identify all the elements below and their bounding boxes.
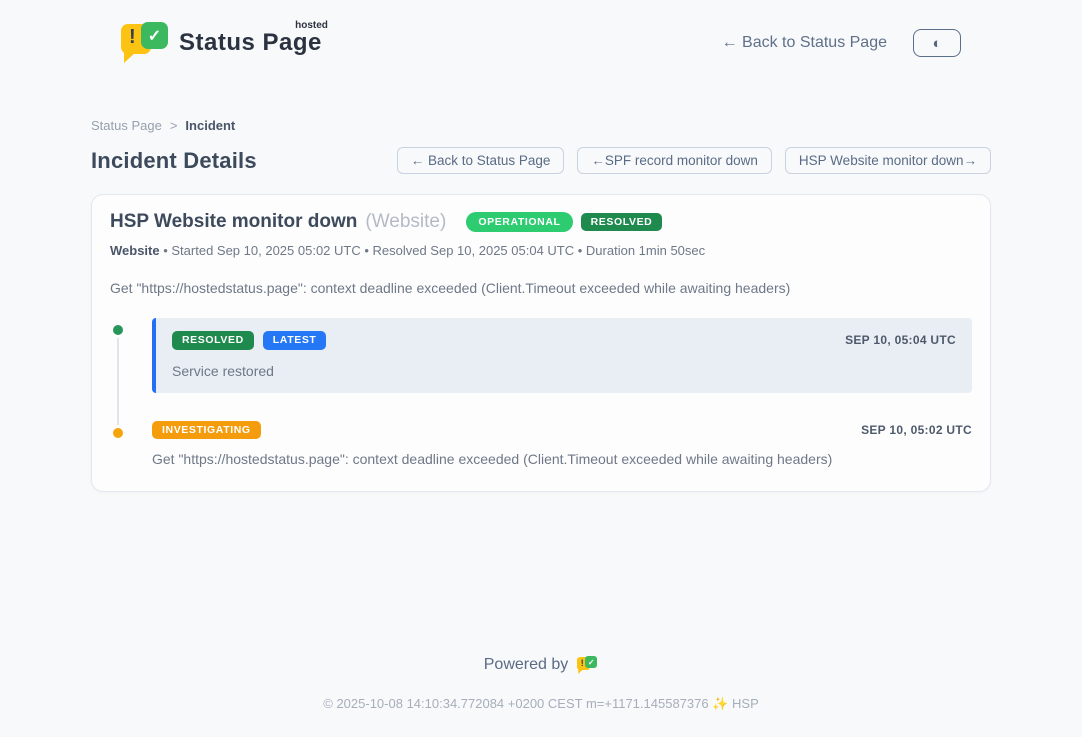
exclamation-icon: ! [129, 27, 136, 47]
incident-meta: Website • Started Sep 10, 2025 05:02 UTC… [110, 243, 972, 258]
timeline-entry-card: RESOLVED LATEST SEP 10, 05:04 UTC Servic… [152, 318, 972, 393]
investigating-badge: INVESTIGATING [152, 421, 261, 440]
back-to-status-page-link[interactable]: ← Back to Status Page [722, 34, 887, 52]
timeline-entry-resolved: RESOLVED LATEST SEP 10, 05:04 UTC Servic… [152, 318, 972, 393]
header-actions: ← Back to Status Page ◐ [722, 29, 961, 57]
timeline-entry-investigating: INVESTIGATING SEP 10, 05:02 UTC Get "htt… [152, 421, 972, 468]
breadcrumb: Status Page > Incident [91, 118, 991, 133]
timeline-entry-header: INVESTIGATING SEP 10, 05:02 UTC [152, 421, 972, 440]
checkmark-icon: ✓ [141, 22, 168, 49]
status-page-logo-icon: ! ✓ [121, 21, 169, 65]
incident-title-row: HSP Website monitor down (Website) OPERA… [110, 211, 972, 233]
main-content: Status Page > Incident Incident Details … [91, 118, 991, 492]
page-title: Incident Details [91, 148, 257, 174]
latest-badge: LATEST [263, 331, 327, 350]
incident-card: HSP Website monitor down (Website) OPERA… [91, 194, 991, 492]
copyright-line: © 2025-10-08 14:10:34.772084 +0200 CEST … [0, 696, 1082, 712]
theme-toggle-button[interactable]: ◐ [913, 29, 961, 57]
footer: Powered by ! ✓ © 2025-10-08 14:10:34.772… [0, 655, 1082, 712]
timeline-dot-green [110, 322, 126, 338]
half-moon-icon: ◐ [932, 36, 941, 51]
back-to-status-page-button[interactable]: ← Back to Status Page [397, 147, 565, 174]
logo-bubble-tail [124, 50, 138, 63]
timeline-message: Get "https://hostedstatus.page": context… [152, 451, 972, 467]
logo: ! ✓ Status Page hosted [121, 21, 322, 65]
checkmark-icon: ✓ [585, 656, 597, 668]
brand-superscript: hosted [295, 20, 328, 31]
logo-bubble-tail [578, 668, 584, 674]
incident-component: (Website) [365, 211, 446, 233]
incident-meta-details: • Started Sep 10, 2025 05:02 UTC • Resol… [160, 243, 706, 258]
timeline-timestamp: SEP 10, 05:04 UTC [845, 333, 956, 347]
timeline-connector-line [117, 334, 119, 430]
timeline-dot-orange [110, 425, 126, 441]
header: ! ✓ Status Page hosted ← Back to Status … [0, 0, 1082, 70]
incident-meta-component: Website [110, 243, 160, 258]
breadcrumb-separator: > [170, 118, 178, 133]
timeline-message: Service restored [172, 363, 956, 379]
powered-by: Powered by ! ✓ [0, 655, 1082, 675]
title-row: Incident Details ← Back to Status Page ←… [91, 147, 991, 174]
incident-nav-buttons: ← Back to Status Page ←SPF record monito… [397, 147, 991, 174]
brand-text: Status Page [179, 29, 322, 56]
timeline-timestamp: SEP 10, 05:02 UTC [861, 423, 972, 437]
exclamation-icon: ! [581, 659, 584, 668]
status-page-mini-logo-icon: ! ✓ [577, 655, 598, 675]
incident-timeline: RESOLVED LATEST SEP 10, 05:04 UTC Servic… [110, 318, 972, 467]
breadcrumb-current: Incident [185, 118, 235, 133]
next-incident-button[interactable]: HSP Website monitor down→ [785, 147, 991, 174]
operational-badge: OPERATIONAL [466, 212, 572, 233]
prev-incident-button[interactable]: ←SPF record monitor down [577, 147, 772, 174]
incident-title: HSP Website monitor down [110, 211, 357, 233]
breadcrumb-root[interactable]: Status Page [91, 118, 162, 133]
brand-name: Status Page hosted [179, 29, 322, 57]
timeline-entry-header: RESOLVED LATEST SEP 10, 05:04 UTC [172, 331, 956, 350]
resolved-badge: RESOLVED [581, 213, 663, 232]
powered-by-label: Powered by [484, 656, 569, 674]
incident-description: Get "https://hostedstatus.page": context… [110, 280, 972, 296]
resolved-badge: RESOLVED [172, 331, 254, 350]
